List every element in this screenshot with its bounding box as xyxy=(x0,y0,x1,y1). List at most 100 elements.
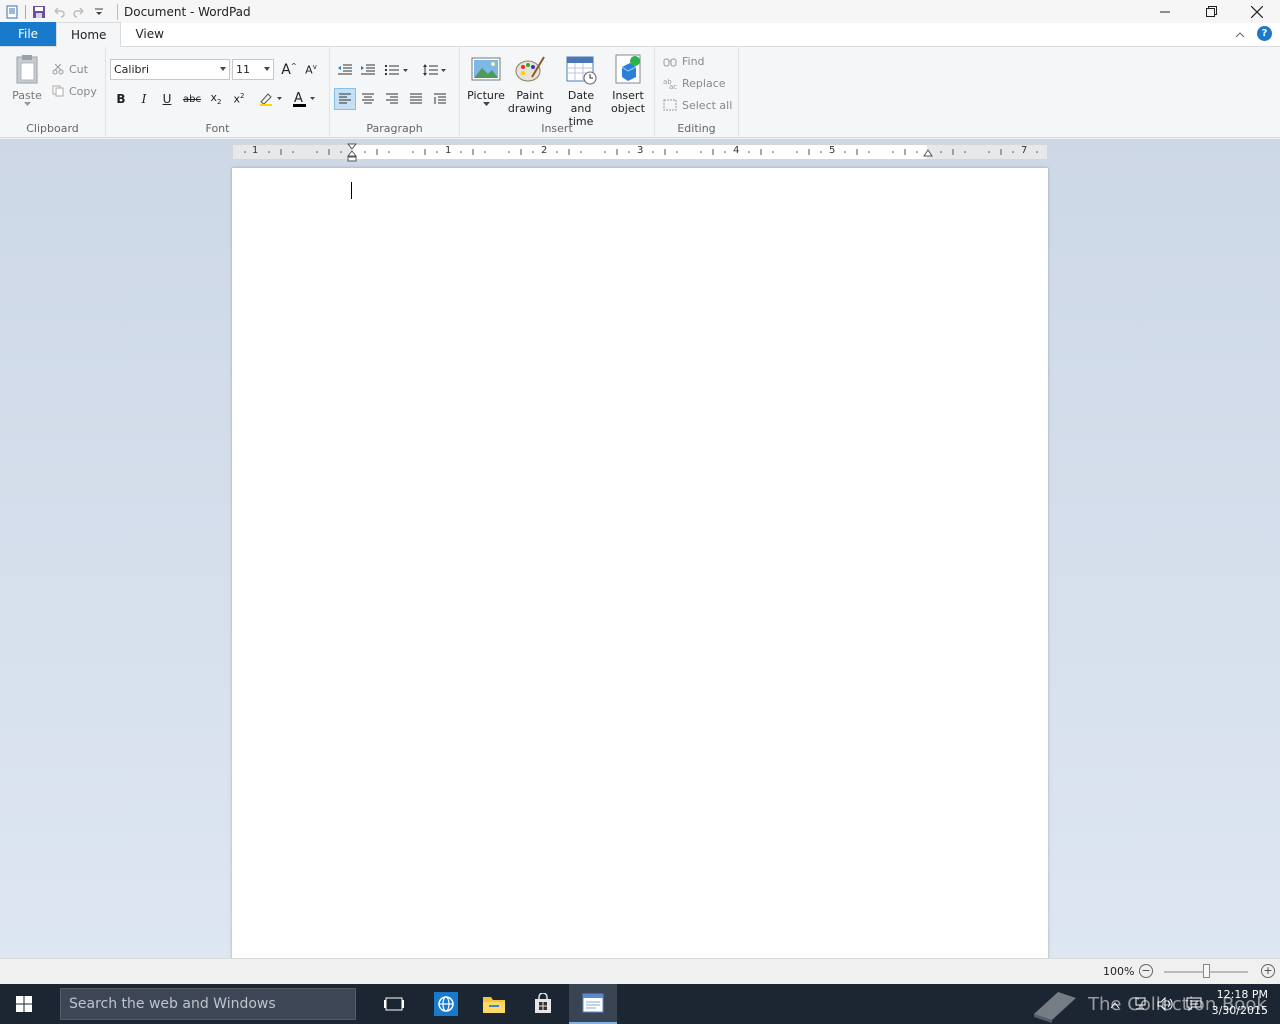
paragraph-settings-button[interactable] xyxy=(429,88,451,110)
ruler-number: 2 xyxy=(541,145,548,156)
store-taskbar-button[interactable] xyxy=(519,984,567,1024)
network-icon[interactable] xyxy=(1134,996,1150,1015)
ruler-tick xyxy=(700,151,702,153)
volume-icon[interactable] xyxy=(1156,996,1174,1015)
ruler-number: 3 xyxy=(637,145,644,156)
paste-button[interactable]: Paste xyxy=(8,53,46,115)
date-time-button[interactable]: Date and time xyxy=(556,53,606,128)
book-icon xyxy=(1034,992,1076,1023)
paint-drawing-label-line2: drawing xyxy=(507,102,553,115)
taskbar-clock[interactable]: 12:18 PM 3/30/2015 xyxy=(1212,987,1268,1019)
select-all-icon xyxy=(663,99,677,111)
ruler-tick xyxy=(484,151,486,153)
wordpad-taskbar-button[interactable] xyxy=(569,984,617,1024)
windows-logo-icon xyxy=(16,996,32,1012)
cut-button[interactable]: Cut xyxy=(52,59,88,79)
undo-icon[interactable] xyxy=(49,2,69,22)
font-size-select[interactable]: 11 xyxy=(232,59,274,80)
align-right-icon xyxy=(386,93,398,104)
browser-taskbar-button[interactable] xyxy=(422,984,470,1024)
minimize-ribbon-icon[interactable] xyxy=(1235,27,1245,41)
folder-icon xyxy=(483,997,505,1013)
tab-file[interactable]: File xyxy=(0,22,56,46)
underline-button[interactable]: U xyxy=(156,88,178,110)
increase-indent-button[interactable] xyxy=(357,59,379,81)
indent-marker-right[interactable] xyxy=(923,149,933,159)
font-family-select[interactable]: Calibri xyxy=(110,59,230,80)
ruler-number: 5 xyxy=(829,145,836,156)
zoom-out-button[interactable]: − xyxy=(1139,964,1153,978)
align-right-button[interactable] xyxy=(381,88,403,110)
zoom-level: 100% xyxy=(1103,965,1135,978)
ribbon-tabs: File Home View ? xyxy=(0,22,1280,47)
select-all-button[interactable]: Select all xyxy=(663,95,732,115)
replace-button[interactable]: ab ac Replace xyxy=(663,73,726,93)
redo-icon[interactable] xyxy=(69,2,89,22)
line-spacing-button[interactable] xyxy=(420,59,450,81)
customize-qat-icon[interactable] xyxy=(89,2,109,22)
replace-label: Replace xyxy=(682,76,726,90)
ruler-tick xyxy=(652,151,654,153)
tab-view[interactable]: View xyxy=(121,22,177,46)
font-color-icon: A xyxy=(293,91,315,107)
notifications-icon[interactable] xyxy=(1186,996,1202,1015)
bold-button[interactable]: B xyxy=(110,88,132,110)
tab-home[interactable]: Home xyxy=(56,22,122,47)
align-center-button[interactable] xyxy=(357,88,379,110)
subscript-button[interactable]: x2 xyxy=(205,88,227,110)
ruler-tick xyxy=(1036,151,1038,153)
increase-indent-icon xyxy=(361,64,375,75)
ruler-number: 1 xyxy=(445,145,452,156)
minimize-button[interactable] xyxy=(1142,0,1188,23)
grow-font-button[interactable]: A^ xyxy=(278,59,300,81)
ruler[interactable]: 1 1 2 3 4 5 7 xyxy=(232,143,1048,163)
show-hidden-icons-icon[interactable] xyxy=(1110,998,1120,1012)
start-button[interactable] xyxy=(0,984,48,1024)
indent-marker-left[interactable] xyxy=(347,143,357,163)
paste-icon xyxy=(16,55,38,84)
task-view-button[interactable] xyxy=(370,984,418,1024)
picture-button[interactable]: Picture xyxy=(466,53,506,107)
wordpad-app-icon[interactable] xyxy=(2,2,22,22)
title-bar: Document - WordPad xyxy=(0,0,1280,23)
picture-dropdown-icon xyxy=(482,102,490,106)
zoom-slider-thumb[interactable] xyxy=(1203,964,1210,978)
find-button[interactable]: Find xyxy=(663,51,705,71)
decrease-indent-button[interactable] xyxy=(334,59,356,81)
align-left-button[interactable] xyxy=(334,88,356,110)
bullet-list-icon xyxy=(385,65,408,75)
help-icon[interactable]: ? xyxy=(1257,26,1272,41)
select-all-label: Select all xyxy=(682,98,733,112)
ruler-tick xyxy=(772,151,774,153)
shrink-font-button[interactable]: Av xyxy=(300,59,322,81)
font-color-button[interactable]: A xyxy=(289,88,319,110)
ruler-tick xyxy=(436,151,438,153)
strikethrough-button[interactable]: abc xyxy=(181,88,203,110)
font-group: Calibri 11 A^ Av B I U abc x2 x2 A Font xyxy=(106,47,330,138)
taskbar-search-box[interactable]: Search the web and Windows xyxy=(60,988,356,1020)
wordpad-icon xyxy=(582,993,604,1013)
bullets-button[interactable] xyxy=(382,59,412,81)
font-family-value: Calibri xyxy=(114,63,150,76)
justify-icon xyxy=(410,93,422,104)
insert-object-button[interactable]: Insert object xyxy=(608,53,648,115)
scissors-icon xyxy=(52,63,64,75)
superscript-button[interactable]: x2 xyxy=(228,88,250,110)
ribbon-right-controls: ? xyxy=(1235,26,1272,41)
copy-button[interactable]: Copy xyxy=(52,81,97,101)
line-spacing-icon xyxy=(423,64,446,76)
italic-button[interactable]: I xyxy=(133,88,155,110)
close-button[interactable] xyxy=(1234,0,1280,23)
justify-button[interactable] xyxy=(405,88,427,110)
file-explorer-taskbar-button[interactable] xyxy=(470,984,518,1024)
paint-drawing-label-line1: Paint xyxy=(516,89,544,102)
zoom-in-button[interactable]: + xyxy=(1261,964,1275,978)
document-page[interactable] xyxy=(232,168,1048,958)
ruler-tick xyxy=(964,151,966,153)
highlight-color-button[interactable] xyxy=(256,88,286,110)
document-workspace: 1 1 2 3 4 5 7 xyxy=(0,139,1280,958)
save-icon[interactable] xyxy=(29,2,49,22)
insert-object-label-line1: Insert xyxy=(612,89,644,102)
restore-button[interactable] xyxy=(1188,0,1234,23)
paint-drawing-button[interactable]: Paint drawing xyxy=(508,53,552,115)
